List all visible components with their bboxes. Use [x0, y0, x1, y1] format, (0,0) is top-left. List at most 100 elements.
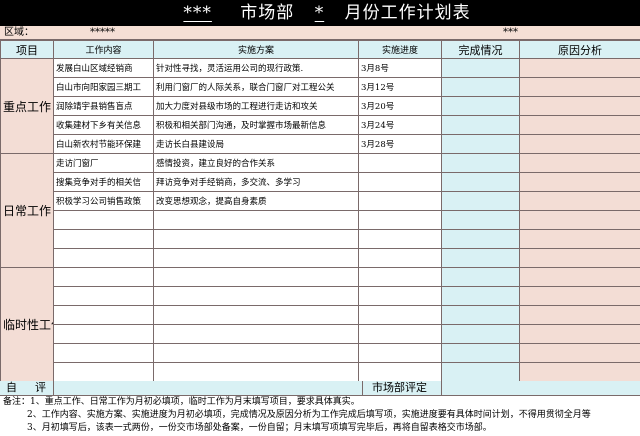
progress-cell[interactable]	[358, 267, 442, 287]
content-cell[interactable]: 发展白山区域经销商	[53, 58, 154, 78]
content-cell[interactable]	[53, 324, 154, 344]
progress-cell[interactable]	[358, 172, 442, 192]
completion-cell[interactable]	[441, 77, 520, 97]
reason-cell[interactable]	[519, 210, 640, 230]
progress-cell[interactable]: 3月20号	[358, 96, 442, 116]
completion-cell[interactable]	[441, 134, 520, 154]
reason-cell[interactable]	[519, 115, 640, 135]
plan-cell[interactable]: 利用门窗厂的人际关系，联合门窗厂对工程公关	[153, 77, 359, 97]
plan-cell[interactable]	[153, 324, 359, 344]
plan-cell[interactable]: 改变思想观念，提高自身素质	[153, 191, 359, 211]
reason-cell[interactable]	[519, 58, 640, 78]
content-cell[interactable]	[53, 229, 154, 249]
progress-cell[interactable]	[358, 153, 442, 173]
plan-cell[interactable]	[153, 305, 359, 325]
content-cell[interactable]	[53, 343, 154, 363]
completion-cell[interactable]	[441, 229, 520, 249]
reason-cell[interactable]	[519, 305, 640, 325]
evaluation-row: 自评 市场部评定	[0, 381, 640, 396]
completion-cell[interactable]	[441, 343, 520, 363]
table-row	[1, 229, 640, 249]
progress-cell[interactable]	[358, 324, 442, 344]
reason-cell[interactable]	[519, 343, 640, 363]
reason-cell[interactable]	[519, 77, 640, 97]
completion-cell[interactable]	[441, 191, 520, 211]
completion-cell[interactable]	[441, 305, 520, 325]
content-cell[interactable]	[53, 210, 154, 230]
reason-cell[interactable]	[519, 362, 640, 382]
reason-cell[interactable]	[519, 267, 640, 287]
plan-cell[interactable]	[153, 343, 359, 363]
plan-cell[interactable]: 针对性寻找，灵活运用公司的现行政策.	[153, 58, 359, 78]
reason-cell[interactable]	[519, 248, 640, 268]
content-cell[interactable]: 搜集竞争对手的相关信	[53, 172, 154, 192]
progress-cell[interactable]: 3月12号	[358, 77, 442, 97]
content-cell[interactable]: 收集建材下乡有关信息	[53, 115, 154, 135]
content-cell[interactable]: 积极学习公司销售政策	[53, 191, 154, 211]
progress-cell[interactable]	[358, 229, 442, 249]
progress-cell[interactable]	[358, 286, 442, 306]
completion-cell[interactable]	[441, 286, 520, 306]
plan-cell[interactable]	[153, 210, 359, 230]
completion-cell[interactable]	[441, 115, 520, 135]
reason-cell[interactable]	[519, 191, 640, 211]
completion-cell[interactable]	[441, 96, 520, 116]
reason-cell[interactable]	[519, 134, 640, 154]
completion-cell[interactable]	[441, 248, 520, 268]
completion-cell[interactable]	[441, 267, 520, 287]
progress-cell[interactable]	[358, 210, 442, 230]
completion-cell[interactable]	[441, 153, 520, 173]
content-cell[interactable]	[53, 267, 154, 287]
progress-cell[interactable]	[358, 343, 442, 363]
plan-cell[interactable]: 感情投资，建立良好的合作关系	[153, 153, 359, 173]
reason-cell[interactable]	[519, 324, 640, 344]
table-row: 白山市向阳家园三期工 利用门窗厂的人际关系，联合门窗厂对工程公关 3月12号	[1, 77, 640, 97]
content-cell[interactable]	[53, 305, 154, 325]
reason-cell[interactable]	[519, 96, 640, 116]
content-cell[interactable]: 走访门窗厂	[53, 153, 154, 173]
plan-cell[interactable]	[153, 248, 359, 268]
reason-cell[interactable]	[519, 286, 640, 306]
plan-cell[interactable]	[153, 267, 359, 287]
table-row: 重点工作 发展白山区域经销商 针对性寻找，灵活运用公司的现行政策. 3月8号	[0, 58, 640, 154]
progress-cell[interactable]	[358, 248, 442, 268]
title-star-mid: *	[314, 3, 325, 23]
plan-cell[interactable]: 积极和相关部门沟通，及时掌握市场最新信息	[153, 115, 359, 135]
reason-cell[interactable]	[519, 172, 640, 192]
plan-cell[interactable]	[153, 286, 359, 306]
table-row: 临时性工作	[0, 267, 640, 382]
plan-cell[interactable]: 拜访竞争对手经销商，多交流、多学习	[153, 172, 359, 192]
completion-cell[interactable]	[441, 362, 520, 382]
note-line: 2、工作内容、实施方案、实施进度为月初必填项，完成情况及原因分析为工作完成后填写…	[27, 410, 591, 420]
progress-cell[interactable]: 3月8号	[358, 58, 442, 78]
progress-cell[interactable]: 3月28号	[358, 134, 442, 154]
completion-cell[interactable]	[441, 210, 520, 230]
category-cell: 临时性工作	[0, 267, 54, 382]
table-row: 白山新农村节能环保建 走访长白县建设局 3月28号	[1, 134, 640, 154]
progress-cell[interactable]	[358, 191, 442, 211]
progress-cell[interactable]	[358, 362, 442, 382]
plan-cell[interactable]: 走访长白县建设局	[153, 134, 359, 154]
content-cell[interactable]	[53, 362, 154, 382]
region-row: 区域： ***** ***	[0, 26, 640, 40]
completion-cell[interactable]	[441, 172, 520, 192]
progress-cell[interactable]: 3月24号	[358, 115, 442, 135]
plan-table: 项目 工作内容 实施方案 实施进度 完成情况 原因分析 重点工作 发展白山区域经销…	[0, 40, 640, 382]
content-cell[interactable]: 白山市向阳家园三期工	[53, 77, 154, 97]
progress-cell[interactable]	[358, 305, 442, 325]
sheet-title: *** 市场部 * 月份工作计划表	[0, 0, 640, 26]
reason-cell[interactable]	[519, 153, 640, 173]
content-cell[interactable]: 白山新农村节能环保建	[53, 134, 154, 154]
content-cell[interactable]	[53, 286, 154, 306]
content-cell[interactable]: 润除靖宇县销售盲点	[53, 96, 154, 116]
table-row: 搜集竞争对手的相关信 拜访竞争对手经销商，多交流、多学习	[1, 172, 640, 192]
plan-cell[interactable]: 加大力度对县级市场的工程进行走访和攻关	[153, 96, 359, 116]
completion-cell[interactable]	[441, 58, 520, 78]
content-cell[interactable]	[53, 248, 154, 268]
plan-cell[interactable]	[153, 362, 359, 382]
column-header: 工作内容	[53, 40, 154, 59]
completion-cell[interactable]	[441, 324, 520, 344]
reason-cell[interactable]	[519, 229, 640, 249]
plan-cell[interactable]	[153, 229, 359, 249]
table-row	[1, 324, 640, 344]
